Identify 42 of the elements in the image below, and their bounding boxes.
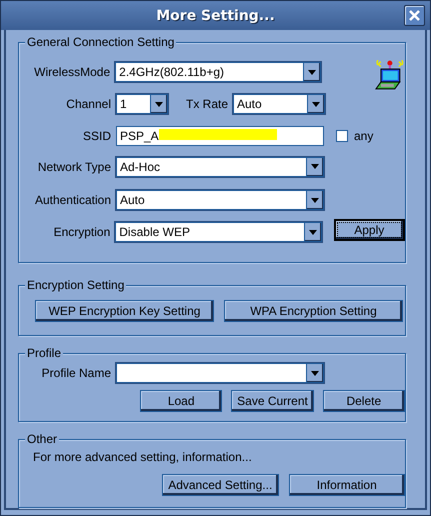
- window-title: More Setting...: [156, 8, 275, 24]
- ssid-field[interactable]: PSP_A: [116, 126, 324, 146]
- wireless-laptop-icon: [375, 60, 405, 92]
- field-label: WirelessMode: [33, 65, 112, 79]
- field-label: Encryption: [52, 225, 112, 239]
- any-checkbox[interactable]: [336, 130, 348, 142]
- field-label: Tx Rate: [184, 97, 229, 111]
- save-current-button[interactable]: Save Current: [231, 390, 314, 412]
- dropdown-arrow-icon[interactable]: [311, 164, 319, 169]
- wep-setting-button[interactable]: WEP Encryption Key Setting: [35, 300, 214, 322]
- apply-button[interactable]: Apply: [334, 219, 405, 241]
- encryption-dropdown[interactable]: Disable WEP: [115, 222, 322, 242]
- advanced-setting-button[interactable]: Advanced Setting...: [162, 474, 278, 496]
- group-title: General Connection Setting: [25, 35, 176, 49]
- group-title: Other: [25, 432, 60, 446]
- information-button[interactable]: Information: [288, 474, 405, 496]
- dropdown-arrow-icon[interactable]: [155, 102, 163, 106]
- checkbox-label: any: [354, 128, 374, 142]
- authentication-dropdown[interactable]: Auto: [116, 190, 324, 210]
- wireless-mode-dropdown[interactable]: 2.4GHz(802.11b+g): [115, 62, 322, 82]
- dropdown-arrow-icon[interactable]: [312, 102, 320, 106]
- wpa-setting-button[interactable]: WPA Encryption Setting: [224, 300, 403, 322]
- field-label: Authentication: [34, 193, 112, 207]
- field-label: SSID: [82, 128, 112, 142]
- profile-name-dropdown[interactable]: [116, 363, 324, 384]
- load-button[interactable]: Load: [140, 390, 222, 412]
- info-text: For more advanced setting, information...: [33, 450, 252, 464]
- dropdown-arrow-icon[interactable]: [311, 370, 319, 376]
- field-label: Channel: [65, 97, 112, 111]
- channel-dropdown[interactable]: 1: [116, 94, 168, 114]
- delete-button[interactable]: Delete: [322, 390, 405, 412]
- group-title: Encryption Setting: [25, 278, 126, 292]
- dropdown-arrow-icon[interactable]: [311, 198, 319, 202]
- field-label: Network Type: [36, 160, 112, 174]
- dropdown-arrow-icon[interactable]: [308, 70, 316, 74]
- field-label: Profile Name: [40, 366, 112, 380]
- close-icon[interactable]: [409, 10, 420, 21]
- dropdown-arrow-icon[interactable]: [308, 230, 317, 234]
- network-type-dropdown[interactable]: Ad-Hoc: [116, 156, 324, 176]
- group-title: Profile: [25, 346, 64, 360]
- tx-rate-dropdown[interactable]: Auto: [233, 94, 325, 114]
- close-button[interactable]: [404, 5, 425, 26]
